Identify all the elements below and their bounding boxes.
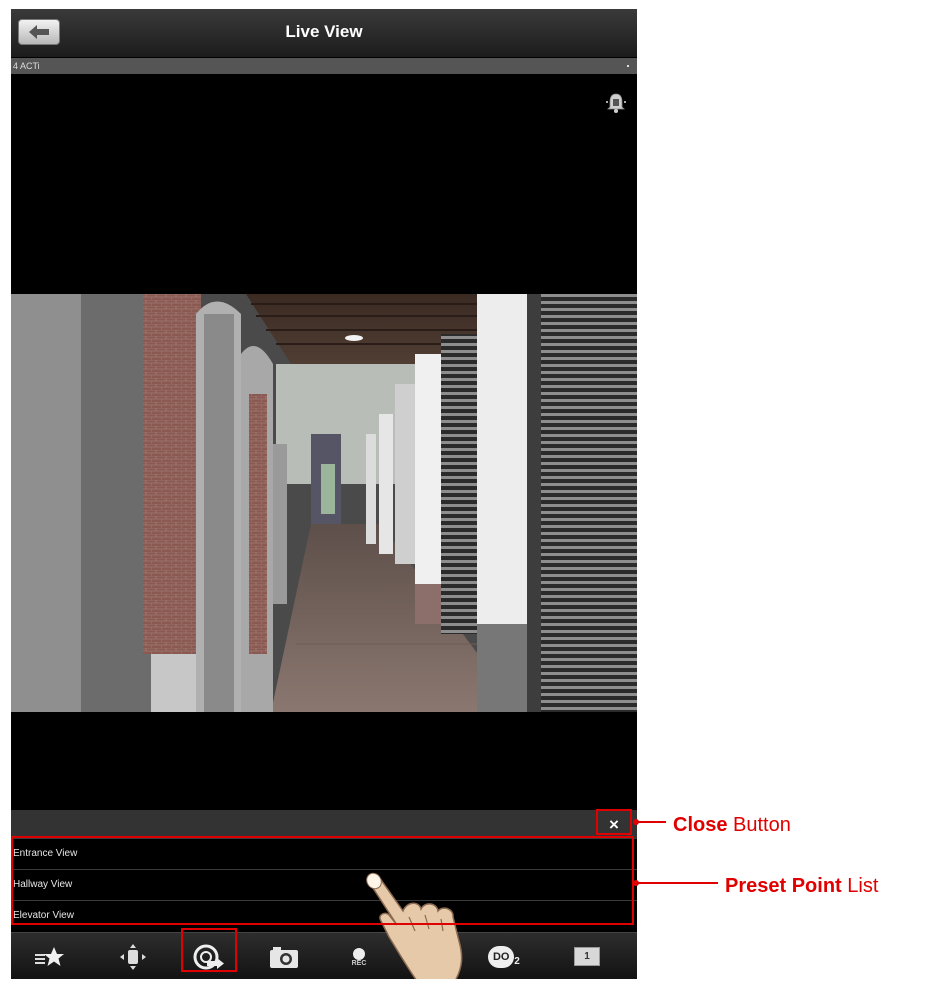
favorites-button[interactable]	[21, 933, 77, 979]
display-mode-button[interactable]: 1	[559, 933, 615, 979]
ptz-button[interactable]	[105, 933, 161, 979]
camera-video-feed[interactable]	[11, 294, 637, 712]
do-subscript: 2	[514, 956, 520, 967]
close-button-highlight	[596, 809, 632, 835]
do-label: DO	[492, 950, 510, 963]
close-leader-line	[636, 821, 666, 823]
favorites-star-icon	[35, 946, 64, 966]
preset-leader-line	[636, 882, 718, 884]
alarm-bell-icon[interactable]	[605, 91, 627, 115]
display-mode-icon: 1	[574, 947, 600, 966]
digital-output-icon: DO	[488, 945, 515, 968]
app-window: Live View 4 ACTi × Entrance View Hallway…	[11, 9, 637, 979]
channel-bar[interactable]: 4 ACTi	[11, 58, 637, 74]
snapshot-camera-icon	[270, 946, 298, 968]
display-mode-label: 1	[584, 951, 590, 962]
channel-menu-dot	[627, 65, 629, 67]
page-title: Live View	[285, 22, 363, 41]
preset-list-annotation: Preset Point List	[725, 875, 879, 897]
title-bar: Live View	[11, 9, 637, 58]
digital-output-button[interactable]: DO 2	[476, 933, 532, 979]
close-button-annotation: Close Button	[673, 814, 791, 836]
snapshot-button[interactable]	[256, 933, 312, 979]
preset-list-highlight	[11, 836, 634, 925]
bottom-toolbar: REC DO 2 1	[11, 932, 637, 979]
preset-panel-header: ×	[11, 810, 637, 838]
ptz-control-icon	[120, 943, 146, 970]
preset-button-highlight	[181, 928, 237, 972]
channel-name: 4 ACTi	[13, 61, 40, 71]
